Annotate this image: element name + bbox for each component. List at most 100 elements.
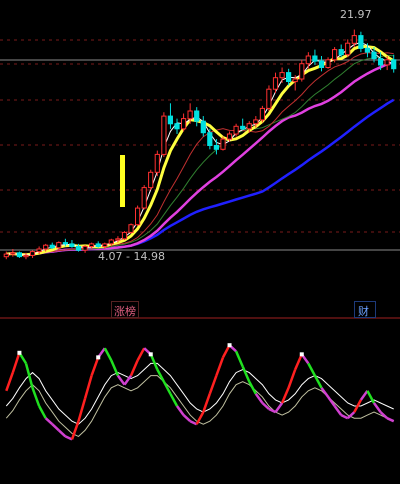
indicator-k-segment-17 <box>110 359 120 377</box>
indicator-k-segment-33 <box>215 356 225 377</box>
candle-body-29 <box>194 110 200 122</box>
indicator-k-segment-51 <box>333 405 343 416</box>
candle-body-4 <box>29 251 36 256</box>
indicator-marker-1 <box>96 355 101 360</box>
candle-body-57 <box>378 58 384 66</box>
candle-body-44 <box>292 78 298 83</box>
ma-green-line <box>6 54 394 256</box>
candle-body-39 <box>259 107 265 121</box>
indicator-k-segment-28 <box>182 414 192 423</box>
candle-body-3 <box>23 254 29 258</box>
candle-body-20 <box>135 207 141 226</box>
candle-body-51 <box>338 49 344 56</box>
candle-body-2 <box>16 252 22 258</box>
indicator-k-segment-29 <box>189 420 198 426</box>
candle-body-48 <box>318 60 325 68</box>
indicator-k-segment-39 <box>254 393 264 404</box>
candle-body-23 <box>154 153 160 173</box>
candle-body-30 <box>200 120 206 134</box>
candle-body-46 <box>305 55 311 65</box>
candle-body-1 <box>10 252 16 255</box>
candle-body-52 <box>345 42 351 56</box>
ma-red-line <box>6 52 394 256</box>
indicator-k-segment-45 <box>294 353 303 370</box>
indicator-k-segment-4 <box>24 363 34 389</box>
candle-body-16 <box>108 239 114 245</box>
candle-body-36 <box>240 125 246 130</box>
high-price-label: 21.97 <box>340 8 372 21</box>
candle-body-22 <box>148 171 154 189</box>
indicator-marker-3 <box>227 343 232 348</box>
candle-body-14 <box>95 243 101 247</box>
candle-body-41 <box>272 77 279 90</box>
indicator-k-segment-21 <box>136 347 146 361</box>
candle-body-28 <box>187 110 193 120</box>
candle-body-18 <box>121 231 128 240</box>
candle-body-0 <box>3 253 9 258</box>
candle-body-26 <box>174 123 180 130</box>
price-chart-canvas <box>0 29 400 441</box>
candle-body-11 <box>75 245 82 251</box>
indicator-k-segment-20 <box>129 359 139 377</box>
candle-body-47 <box>312 55 318 62</box>
indicator-marker-2 <box>148 352 153 357</box>
indicator-k-segment-1 <box>5 372 14 392</box>
indicator-k-segment-32 <box>208 375 218 395</box>
indicator-k-segment-13 <box>83 375 93 399</box>
candle-body-17 <box>115 238 121 241</box>
candle-body-45 <box>299 63 305 80</box>
indicator-k-segment-24 <box>156 368 165 383</box>
indicator-k-segment-47 <box>307 362 316 377</box>
candle-body-12 <box>82 245 88 251</box>
indicator-k-segment-16 <box>103 347 113 361</box>
candle-body-58 <box>384 59 390 66</box>
indicator-k-segment-57 <box>372 402 382 413</box>
candle-body-54 <box>358 35 364 49</box>
indicator-d-line <box>5 362 394 425</box>
candle-body-55 <box>364 47 370 53</box>
tag-label-1: 涨榜 <box>114 305 136 318</box>
ma-white-line <box>6 41 394 256</box>
candle-body-59 <box>391 59 397 70</box>
candle-body-42 <box>279 72 285 79</box>
indicator-k-segment-12 <box>77 398 87 422</box>
indicator-k-segment-23 <box>149 353 159 370</box>
candle-body-13 <box>89 243 95 247</box>
indicator-marker-4 <box>299 352 304 357</box>
candle-body-43 <box>286 72 292 82</box>
indicator-k-segment-25 <box>162 381 172 395</box>
indicator-k-segment-37 <box>241 366 251 383</box>
indicator-k-segment-55 <box>359 390 369 401</box>
candle-body-34 <box>226 133 233 140</box>
indicator-k-segment-42 <box>274 402 284 413</box>
candle-body-25 <box>167 115 174 125</box>
indicator-k-segment-14 <box>90 356 100 377</box>
candle-body-49 <box>325 59 331 68</box>
candle-body-56 <box>371 51 377 60</box>
indicator-k-segment-11 <box>70 420 80 440</box>
candle-body-6 <box>43 244 49 250</box>
limit-up-marker <box>120 155 125 207</box>
candle-body-50 <box>332 49 338 61</box>
indicator-k-segment-9 <box>57 429 67 438</box>
candle-body-24 <box>161 115 167 155</box>
candle-body-21 <box>141 187 147 209</box>
tag-label-2: 财 <box>358 305 369 318</box>
indicator-k-segment-18 <box>116 374 126 386</box>
candle-body-9 <box>62 242 68 245</box>
indicator-k-segment-59 <box>386 417 395 423</box>
indicator-k-segment-44 <box>287 369 297 389</box>
indicator-k-segment-41 <box>268 407 277 414</box>
candle-body-27 <box>181 118 187 130</box>
candle-body-37 <box>246 123 252 130</box>
indicator-k-segment-38 <box>248 381 257 395</box>
ma-yellow-line <box>6 44 395 257</box>
candle-body-32 <box>213 145 220 150</box>
candle-body-31 <box>207 132 213 146</box>
indicator-k-segment-8 <box>51 423 60 432</box>
indicator-k-segment-7 <box>44 417 54 426</box>
candle-body-38 <box>253 119 259 125</box>
candle-body-15 <box>102 243 108 247</box>
candle-body-7 <box>49 244 55 249</box>
candlestick-chart: 21.97 4.07 - 14.98 涨榜 财 <box>0 0 400 484</box>
